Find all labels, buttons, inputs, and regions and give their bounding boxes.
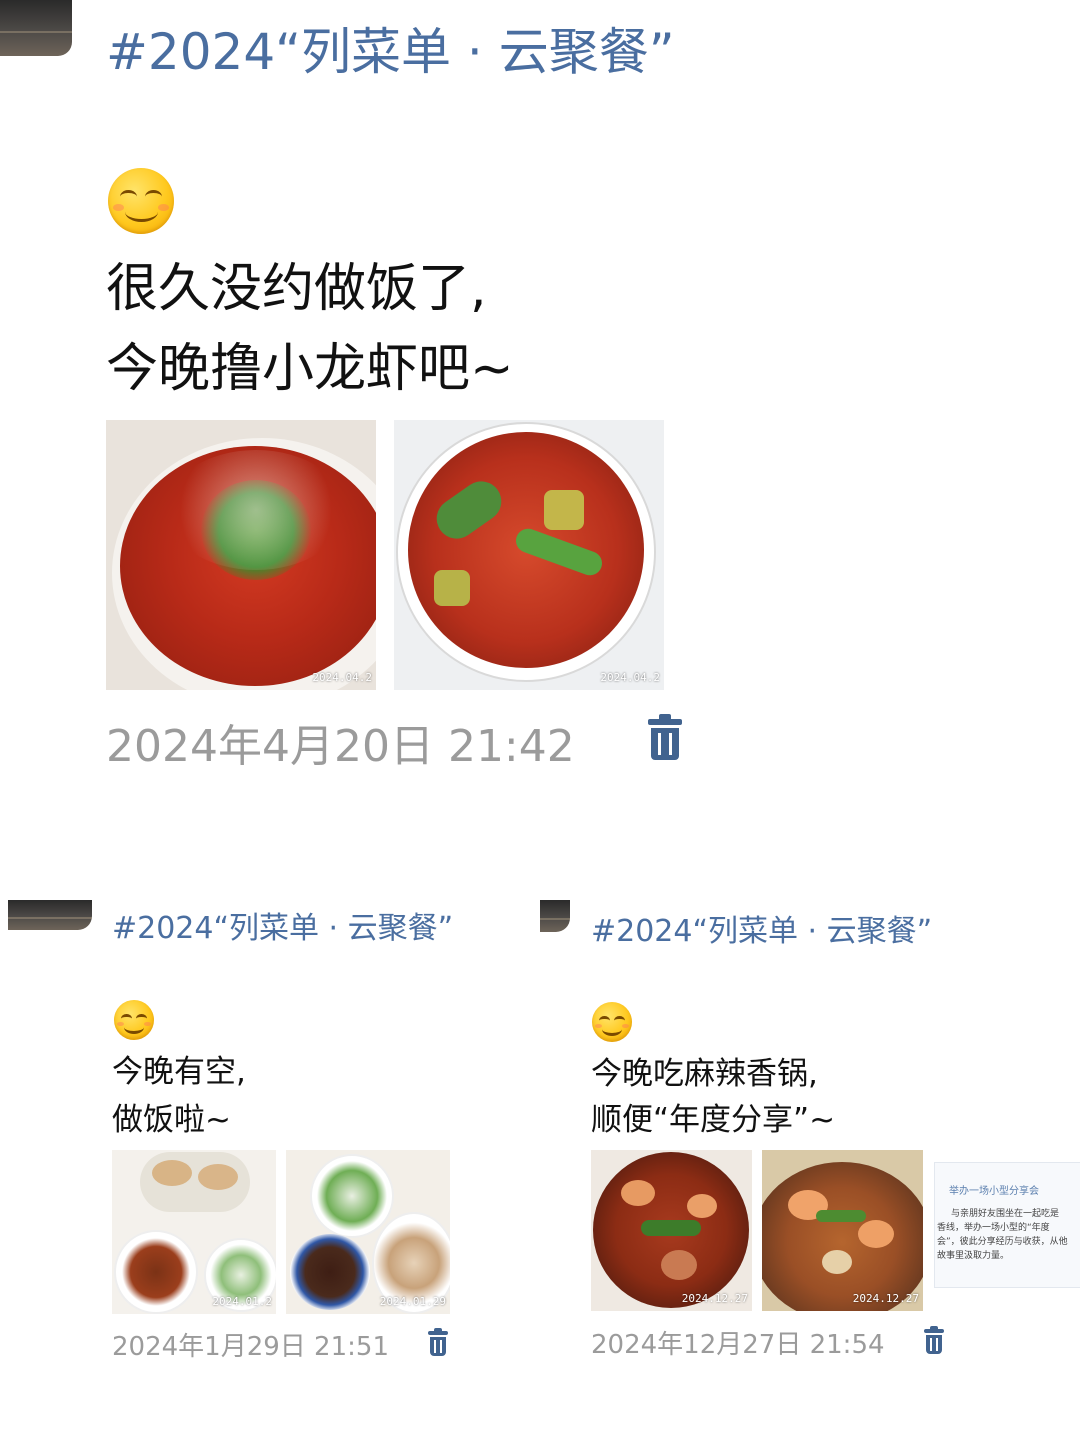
- mussels-dishes-photo[interactable]: 2024.01.2: [112, 1150, 276, 1314]
- photo-timestamp: 2024.01.29: [379, 1295, 446, 1308]
- photo-timestamp: 2024.01.2: [212, 1295, 272, 1308]
- crayfish-bowl-photo[interactable]: 2024.04.2: [394, 420, 664, 690]
- crayfish-platter-photo[interactable]: 2024.04.2: [106, 420, 376, 690]
- smiling-face-emoji: [108, 168, 174, 234]
- avatar[interactable]: [8, 900, 92, 930]
- smiling-face-emoji: [592, 1002, 632, 1042]
- post-text-line1: 很久没约做饭了,: [106, 259, 487, 319]
- post-date: 2024年1月29日 21:51: [112, 1332, 389, 1362]
- photo-timestamp: 2024.04.2: [600, 671, 660, 684]
- photo-timestamp: 2024.12.27: [852, 1292, 919, 1305]
- document-preview[interactable]: 举办一场小型分享会 与亲朋好友围坐在一起吃是 香线，举办一场小型的“年度 会”，…: [934, 1162, 1080, 1288]
- post-topic[interactable]: #2024“列菜单 · 云聚餐”: [112, 903, 453, 947]
- document-line: 与亲朋好友围坐在一起吃是: [951, 1209, 1060, 1219]
- post-text-line1: 今晚吃麻辣香锅,: [591, 1056, 818, 1092]
- spicy-pot-photo-2[interactable]: 2024.12.27: [762, 1150, 923, 1311]
- spicy-pot-photo-1[interactable]: 2024.12.27: [591, 1150, 752, 1311]
- post-date: 2024年4月20日 21:42: [106, 721, 575, 772]
- post-text-line2: 今晚撸小龙虾吧~: [106, 339, 514, 399]
- photo-timestamp: 2024.12.27: [681, 1292, 748, 1305]
- document-line: 香线，举办一场小型的“年度: [937, 1223, 1050, 1233]
- document-line: 会”，彼此分享经历与收获，从他: [937, 1237, 1068, 1247]
- post-text-line2: 顺便“年度分享”~: [591, 1102, 836, 1138]
- document-line: 故事里汲取力量。: [937, 1251, 1010, 1261]
- post-topic[interactable]: #2024“列菜单 · 云聚餐”: [106, 12, 675, 84]
- post-text-line1: 今晚有空,: [112, 1054, 246, 1090]
- smiling-face-emoji: [114, 1000, 154, 1040]
- post-date: 2024年12月27日 21:54: [591, 1330, 885, 1360]
- trash-icon[interactable]: [428, 1328, 448, 1356]
- trash-icon[interactable]: [648, 714, 682, 760]
- document-title: 举办一场小型分享会: [949, 1186, 1039, 1197]
- trash-icon[interactable]: [924, 1326, 944, 1354]
- post-text-line2: 做饭啦~: [112, 1102, 231, 1138]
- post-topic[interactable]: #2024“列菜单 · 云聚餐”: [591, 906, 932, 950]
- photo-timestamp: 2024.04.2: [312, 671, 372, 684]
- avatar[interactable]: [540, 900, 570, 932]
- avatar[interactable]: [0, 0, 72, 56]
- seafood-dishes-photo[interactable]: 2024.01.29: [286, 1150, 450, 1314]
